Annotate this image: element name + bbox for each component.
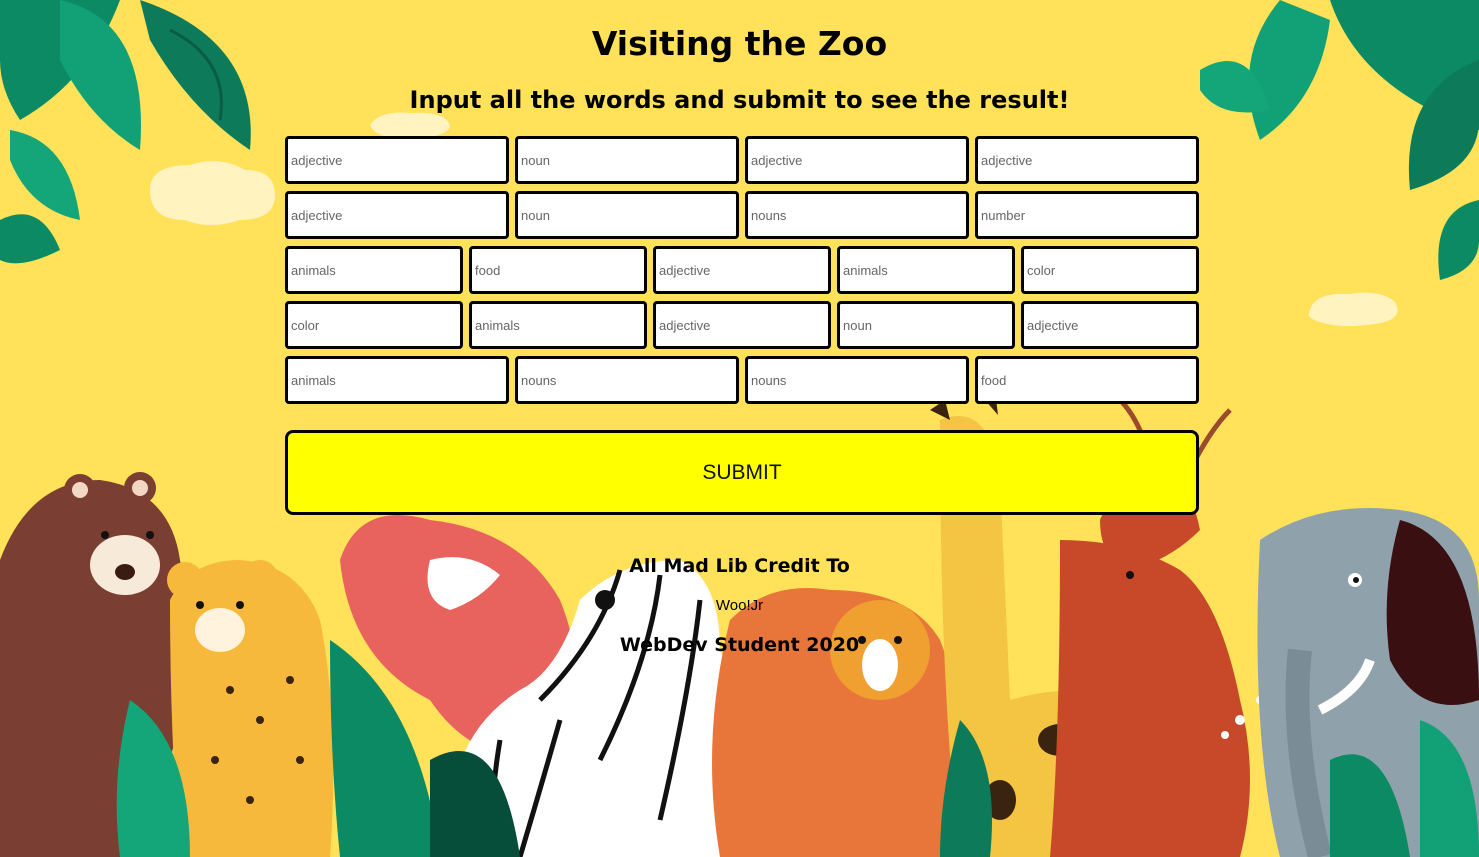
credit-heading: All Mad Lib Credit To (629, 555, 850, 577)
word-input-adjective[interactable] (285, 191, 509, 239)
word-input-adjective[interactable] (975, 136, 1199, 184)
word-input-color[interactable] (1021, 246, 1199, 294)
word-input-noun[interactable] (515, 136, 739, 184)
word-input-animals[interactable] (837, 246, 1015, 294)
page-title: Visiting the Zoo (591, 24, 888, 63)
input-row-4 (285, 301, 1199, 349)
main-container: Visiting the Zoo Input all the words and… (0, 0, 1479, 857)
page-subtitle: Input all the words and submit to see th… (409, 86, 1070, 114)
word-input-color[interactable] (285, 301, 463, 349)
word-input-animals[interactable] (285, 246, 463, 294)
input-row-3 (285, 246, 1199, 294)
input-row-2 (285, 191, 1199, 239)
word-input-adjective[interactable] (745, 136, 969, 184)
word-input-food[interactable] (469, 246, 647, 294)
word-input-nouns[interactable] (745, 356, 969, 404)
word-input-adjective[interactable] (1021, 301, 1199, 349)
word-input-nouns[interactable] (515, 356, 739, 404)
input-row-5 (285, 356, 1199, 404)
word-input-animals[interactable] (285, 356, 509, 404)
word-input-noun[interactable] (837, 301, 1015, 349)
credit-source: Woo!Jr (715, 597, 764, 614)
word-input-nouns[interactable] (745, 191, 969, 239)
word-input-adjective[interactable] (653, 301, 831, 349)
word-input-food[interactable] (975, 356, 1199, 404)
word-input-animals[interactable] (469, 301, 647, 349)
word-input-adjective[interactable] (285, 136, 509, 184)
input-row-1 (285, 136, 1199, 184)
word-input-number[interactable] (975, 191, 1199, 239)
word-input-adjective[interactable] (653, 246, 831, 294)
credit-author: WebDev Student 2020 (619, 634, 860, 656)
word-input-noun[interactable] (515, 191, 739, 239)
submit-button[interactable]: SUBMIT (285, 430, 1199, 515)
